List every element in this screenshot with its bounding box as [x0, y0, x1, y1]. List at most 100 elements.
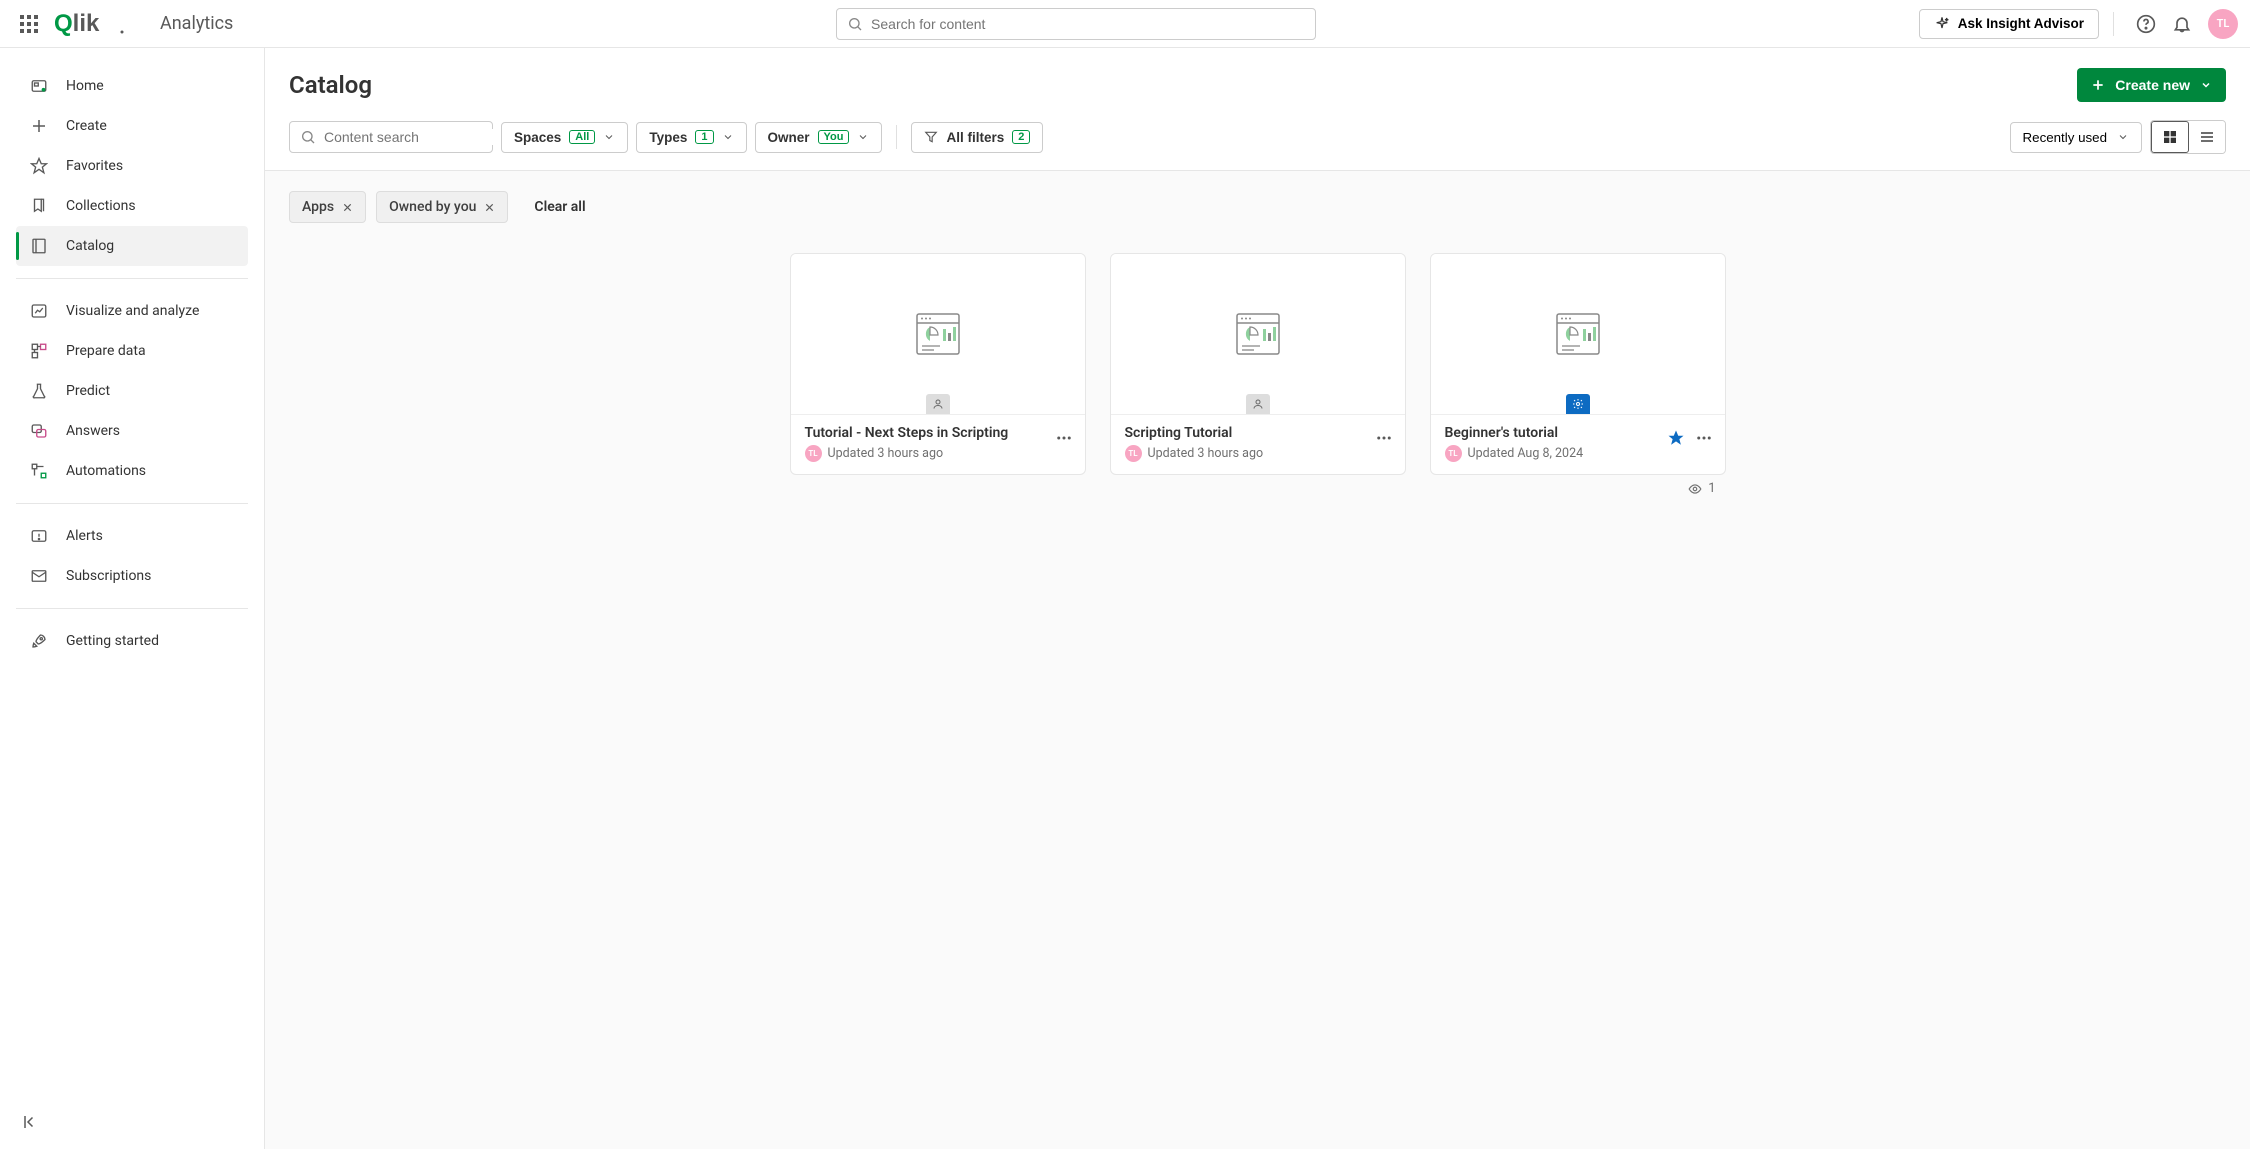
filter-label: Spaces: [514, 130, 561, 145]
automation-icon: [30, 462, 48, 480]
sidebar-item-home[interactable]: Home: [16, 66, 248, 106]
space-badge-icon: [1246, 394, 1270, 414]
sidebar-item-answers[interactable]: Answers: [16, 411, 248, 451]
search-icon: [847, 16, 863, 32]
catalog-icon: [30, 237, 48, 255]
help-button[interactable]: [2128, 6, 2164, 42]
search-input[interactable]: [871, 16, 1305, 32]
card-meta: Updated Aug 8, 2024: [1468, 446, 1584, 461]
view-toggle: [2150, 120, 2226, 154]
sidebar-item-label: Catalog: [66, 238, 114, 254]
chip-label: Owned by you: [389, 199, 476, 215]
create-new-button[interactable]: Create new: [2077, 68, 2226, 102]
data-icon: [30, 342, 48, 360]
user-avatar[interactable]: TL: [2208, 9, 2238, 39]
plus-icon: [2091, 78, 2105, 92]
sidebar-item-subscriptions[interactable]: Subscriptions: [16, 556, 248, 596]
sidebar-item-predict[interactable]: Predict: [16, 371, 248, 411]
sidebar-item-create[interactable]: Create: [16, 106, 248, 146]
card-views: 1: [1430, 475, 1726, 502]
mail-icon: [30, 567, 48, 585]
sidebar-item-favorites[interactable]: Favorites: [16, 146, 248, 186]
sidebar-item-visualize[interactable]: Visualize and analyze: [16, 291, 248, 331]
more-actions-button[interactable]: [1055, 429, 1073, 447]
home-icon: [30, 77, 48, 95]
divider: [16, 278, 248, 279]
card-title: Scripting Tutorial: [1125, 425, 1391, 441]
svg-text:Qlik: Qlik: [54, 11, 100, 37]
sparkle-icon: [1934, 16, 1950, 32]
owner-avatar: TL: [805, 445, 822, 462]
sidebar-item-automations[interactable]: Automations: [16, 451, 248, 491]
sidebar-item-label: Answers: [66, 423, 120, 439]
divider: [896, 125, 897, 149]
sidebar-item-label: Home: [66, 78, 104, 94]
sort-dropdown[interactable]: Recently used: [2010, 122, 2142, 153]
main-content: Catalog Create new Spaces All: [265, 48, 2250, 1149]
close-icon[interactable]: [484, 202, 495, 213]
filter-label: Owner: [768, 130, 810, 145]
grid-icon: [2162, 129, 2178, 145]
owner-avatar: TL: [1125, 445, 1142, 462]
space-badge-icon: [926, 394, 950, 414]
filter-badge: You: [818, 130, 850, 144]
app-card[interactable]: Beginner's tutorial TL Updated Aug 8, 20…: [1430, 253, 1726, 475]
ask-label: Ask Insight Advisor: [1958, 16, 2084, 31]
active-filters-row: Apps Owned by you Clear all: [265, 170, 2250, 223]
star-icon[interactable]: [1667, 429, 1685, 447]
sidebar-item-label: Visualize and analyze: [66, 303, 199, 319]
owner-avatar: TL: [1445, 445, 1462, 462]
content-search-input[interactable]: [324, 129, 505, 145]
filter-owner[interactable]: Owner You: [755, 122, 883, 153]
flask-icon: [30, 382, 48, 400]
sidebar-item-getting-started[interactable]: Getting started: [16, 621, 248, 661]
filter-all-filters[interactable]: All filters 2: [911, 122, 1043, 153]
global-search[interactable]: [836, 8, 1316, 40]
list-view-button[interactable]: [2189, 121, 2225, 153]
filter-spaces[interactable]: Spaces All: [501, 122, 628, 153]
app-card[interactable]: Scripting Tutorial TL Updated 3 hours ag…: [1110, 253, 1406, 475]
divider: [16, 503, 248, 504]
chevron-down-icon: [2117, 131, 2129, 143]
more-actions-button[interactable]: [1375, 429, 1393, 447]
grid-view-button[interactable]: [2151, 121, 2189, 153]
filter-icon: [924, 130, 938, 144]
collapse-sidebar-button[interactable]: [22, 1113, 40, 1131]
close-icon[interactable]: [342, 202, 353, 213]
sort-label: Recently used: [2023, 130, 2107, 145]
sidebar-item-label: Alerts: [66, 528, 103, 544]
divider: [2113, 12, 2114, 36]
chip-label: Apps: [302, 199, 334, 215]
ask-insight-advisor-button[interactable]: Ask Insight Advisor: [1919, 9, 2099, 39]
card-thumbnail: [1111, 254, 1405, 414]
sidebar-item-label: Automations: [66, 463, 146, 479]
brand-logo[interactable]: Qlik: [54, 11, 126, 37]
filter-chip-owned[interactable]: Owned by you: [376, 191, 508, 223]
content-search[interactable]: [289, 121, 493, 153]
sidebar-item-label: Predict: [66, 383, 110, 399]
help-icon: [2136, 14, 2156, 34]
sidebar-item-catalog[interactable]: Catalog: [16, 226, 248, 266]
more-actions-button[interactable]: [1695, 429, 1713, 447]
sidebar-item-label: Subscriptions: [66, 568, 151, 584]
product-name: Analytics: [160, 13, 233, 34]
bell-icon: [2172, 14, 2192, 34]
app-card[interactable]: Tutorial - Next Steps in Scripting TL Up…: [790, 253, 1086, 475]
sidebar-item-prepare-data[interactable]: Prepare data: [16, 331, 248, 371]
card-thumbnail: [1431, 254, 1725, 414]
sidebar-item-label: Create: [66, 118, 107, 134]
sidebar-item-label: Collections: [66, 198, 136, 214]
sidebar-item-alerts[interactable]: Alerts: [16, 516, 248, 556]
sidebar-item-collections[interactable]: Collections: [16, 186, 248, 226]
filter-types[interactable]: Types 1: [636, 122, 746, 153]
app-header: Qlik Analytics Ask Insight Advisor: [0, 0, 2250, 48]
star-icon: [30, 157, 48, 175]
search-icon: [300, 129, 316, 145]
app-launcher-icon[interactable]: [12, 7, 46, 41]
filter-chip-apps[interactable]: Apps: [289, 191, 366, 223]
clear-all-button[interactable]: Clear all: [534, 199, 585, 215]
notifications-button[interactable]: [2164, 6, 2200, 42]
space-badge-icon: [1566, 394, 1590, 414]
plus-icon: [30, 117, 48, 135]
chevron-down-icon: [603, 131, 615, 143]
